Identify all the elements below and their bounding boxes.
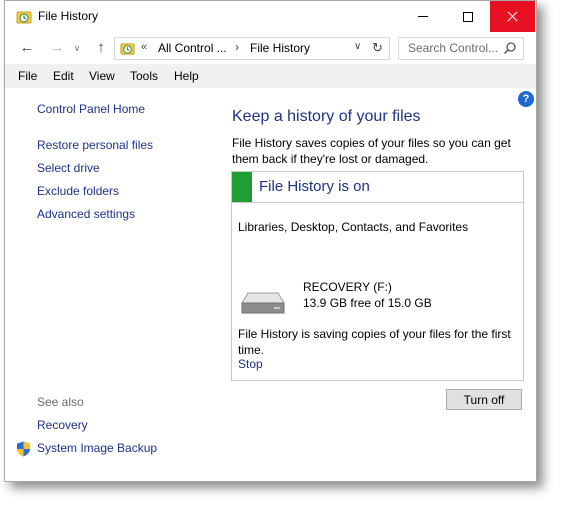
- search-input[interactable]: [399, 38, 508, 57]
- menu-help[interactable]: Help: [174, 69, 199, 83]
- advanced-settings-link[interactable]: Advanced settings: [37, 207, 135, 221]
- backed-up-locations: Libraries, Desktop, Contacts, and Favori…: [238, 220, 469, 234]
- search-icon[interactable]: [503, 41, 517, 55]
- control-panel-icon: [120, 43, 135, 55]
- select-drive-link[interactable]: Select drive: [37, 161, 100, 175]
- refresh-icon[interactable]: ↻: [372, 40, 383, 56]
- forward-arrow-icon[interactable]: →: [47, 38, 67, 58]
- breadcrumb-all-control-panel[interactable]: All Control ...: [158, 41, 227, 55]
- status-text: File History is on: [259, 178, 370, 195]
- page-heading: Keep a history of your files: [232, 108, 421, 125]
- file-history-window: File History ← → ∨ ↑ « All Control ... ›…: [4, 0, 537, 482]
- up-arrow-icon[interactable]: ↑: [91, 38, 111, 58]
- file-history-status-panel: File History is on Libraries, Desktop, C…: [231, 171, 524, 381]
- uac-shield-icon: [17, 441, 30, 457]
- restore-personal-files-link[interactable]: Restore personal files: [37, 138, 153, 152]
- menu-file[interactable]: File: [18, 69, 37, 83]
- saving-status-message: File History is saving copies of your fi…: [238, 327, 511, 357]
- exclude-folders-link[interactable]: Exclude folders: [37, 184, 119, 198]
- breadcrumb-file-history[interactable]: File History: [250, 41, 310, 55]
- status-indicator: [232, 172, 252, 202]
- menu-bar: File Edit View Tools Help: [5, 64, 536, 88]
- drive-icon: [241, 292, 285, 314]
- turn-off-button[interactable]: Turn off: [446, 389, 522, 410]
- stop-link[interactable]: Stop: [238, 357, 263, 371]
- status-header: File History is on: [232, 172, 523, 203]
- navigation-bar: ← → ∨ ↑ « All Control ... › File History…: [5, 32, 536, 64]
- recovery-link[interactable]: Recovery: [37, 418, 88, 432]
- search-box[interactable]: [398, 37, 524, 60]
- minimize-button[interactable]: [400, 1, 445, 32]
- system-image-backup-link[interactable]: System Image Backup: [37, 441, 157, 455]
- control-panel-home-link[interactable]: Control Panel Home: [37, 102, 145, 116]
- drive-name: RECOVERY (F:): [303, 280, 392, 294]
- address-bar[interactable]: « All Control ... › File History ∨ ↻: [114, 37, 390, 60]
- help-icon[interactable]: ?: [518, 91, 534, 107]
- see-also-label: See also: [37, 395, 84, 409]
- menu-tools[interactable]: Tools: [130, 69, 158, 83]
- menu-view[interactable]: View: [89, 69, 115, 83]
- address-overflow-icon[interactable]: «: [141, 41, 147, 53]
- address-dropdown-icon[interactable]: ∨: [354, 41, 361, 52]
- page-description: File History saves copies of your files …: [232, 136, 511, 166]
- recent-locations-chevron-icon[interactable]: ∨: [71, 38, 83, 58]
- title-bar[interactable]: File History: [5, 1, 536, 32]
- maximize-button[interactable]: [445, 1, 490, 32]
- window-title: File History: [38, 9, 99, 23]
- menu-edit[interactable]: Edit: [53, 69, 74, 83]
- drive-free-space: 13.9 GB free of 15.0 GB: [303, 296, 432, 310]
- back-arrow-icon[interactable]: ←: [17, 38, 37, 58]
- breadcrumb-separator-icon[interactable]: ›: [235, 40, 239, 54]
- file-history-app-icon: [16, 11, 32, 24]
- close-button[interactable]: [490, 1, 535, 32]
